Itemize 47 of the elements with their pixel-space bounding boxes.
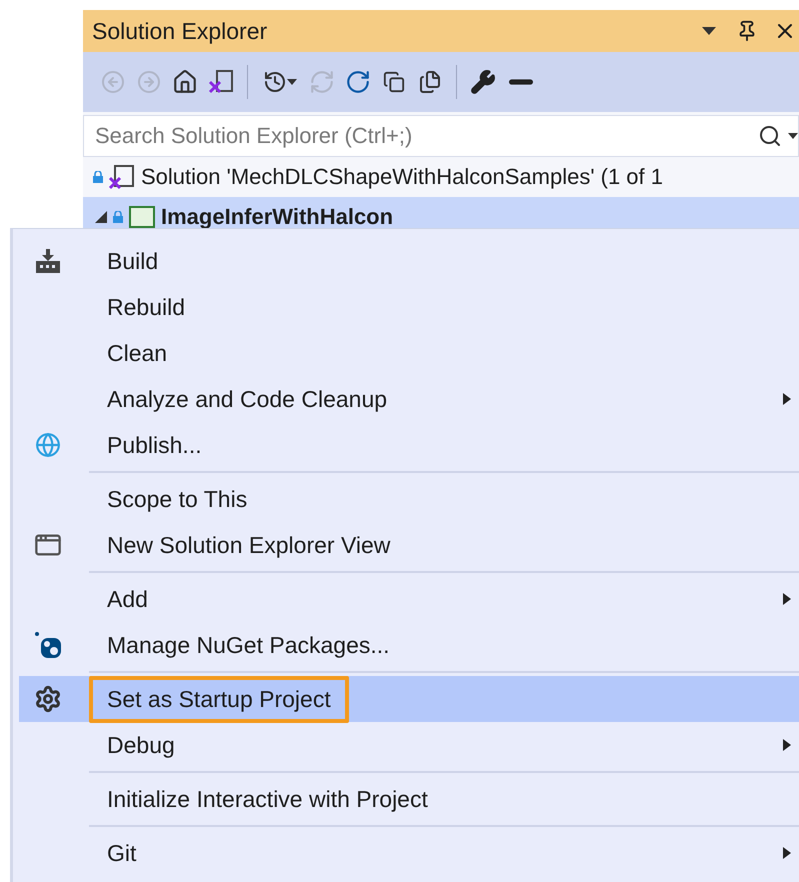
solution-view-icon[interactable]: [207, 68, 235, 96]
globe-icon: [35, 432, 61, 458]
menu-item[interactable]: Rebuild: [19, 284, 799, 330]
menu-item[interactable]: Debug: [19, 722, 799, 768]
menu-item[interactable]: Build: [19, 238, 799, 284]
tree-row[interactable]: Solution 'MechDLCShapeWithHalconSamples' (1 of 1: [83, 157, 799, 197]
menu-item[interactable]: Manage NuGet Packages...: [19, 622, 799, 668]
menu-label: Clean: [106, 338, 168, 368]
search-icon[interactable]: [758, 124, 782, 148]
menu-label: Build: [106, 246, 160, 276]
refresh-icon[interactable]: [344, 68, 372, 96]
caret-icon[interactable]: [788, 133, 798, 139]
search-input[interactable]: Search Solution Explorer (Ctrl+;): [93, 122, 758, 150]
nuget-icon: [34, 631, 62, 659]
csharp-project-icon: [129, 206, 155, 228]
menu-item[interactable]: Analyze and Code Cleanup: [19, 376, 799, 422]
panel-title: Solution Explorer: [92, 18, 268, 44]
menu-label: Scope to This: [106, 484, 248, 514]
menu-label: Analyze and Code Cleanup: [106, 384, 388, 414]
tree-label: ImageInferWithHalcon: [161, 204, 394, 230]
menu-item[interactable]: New Solution Explorer View: [19, 522, 799, 568]
menu-label: Rebuild: [106, 292, 186, 322]
menu-item[interactable]: Clean: [19, 330, 799, 376]
menu-label: Git: [106, 838, 138, 868]
solution-icon: [109, 164, 135, 190]
lock-icon: [113, 211, 123, 223]
menu-label: Initialize Interactive with Project: [106, 784, 429, 814]
search-field[interactable]: Search Solution Explorer (Ctrl+;): [83, 115, 799, 157]
home-icon[interactable]: [171, 68, 199, 96]
menu-item[interactable]: Scope to This: [19, 476, 799, 522]
highlight-outline: Set as Startup Project: [89, 676, 349, 722]
lock-icon: [93, 171, 103, 183]
menu-label: New Solution Explorer View: [106, 530, 392, 560]
menu-item[interactable]: Git: [19, 830, 799, 876]
gear-icon: [34, 685, 62, 713]
build-icon: [35, 249, 61, 273]
wrench-icon[interactable]: [469, 68, 497, 96]
menu-item[interactable]: Add: [19, 576, 799, 622]
menu-label: Add: [106, 584, 149, 614]
menu-label: Manage NuGet Packages...: [106, 630, 391, 660]
menu-label: Debug: [106, 730, 176, 760]
expand-icon[interactable]: [95, 211, 107, 223]
tree-label: Solution 'MechDLCShapeWithHalconSamples' (1 of 1: [141, 164, 663, 190]
menu-label: Publish...: [106, 430, 203, 460]
menu-item[interactable]: Set as Startup Project: [19, 676, 799, 722]
menu-item[interactable]: Initialize Interactive with Project: [19, 776, 799, 822]
menu-item[interactable]: Publish...: [19, 422, 799, 468]
